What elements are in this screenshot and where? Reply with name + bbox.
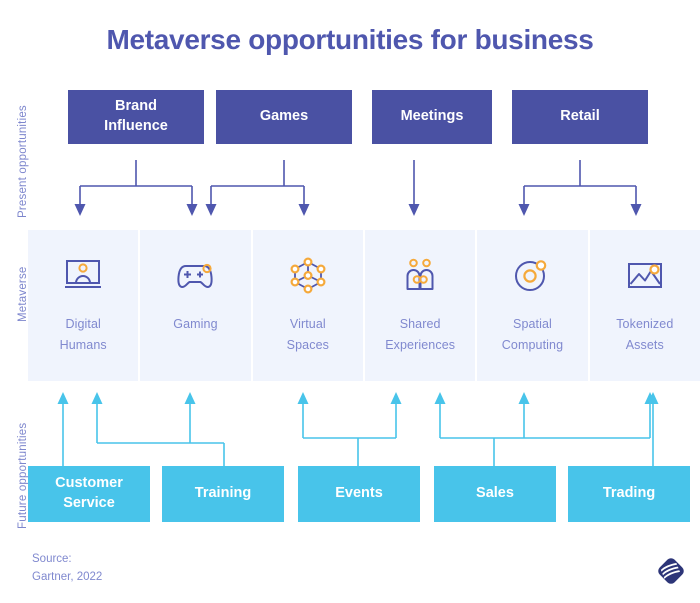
- present-box-brand-influence[interactable]: Brand Influence: [68, 90, 204, 144]
- future-box-events[interactable]: Events: [298, 466, 420, 522]
- metaverse-band: Digital Humans Gaming Virtual Spaces Sha…: [28, 230, 700, 381]
- present-box-label: Games: [259, 108, 309, 125]
- metaverse-cell-digital-humans[interactable]: Digital Humans: [28, 230, 139, 381]
- future-box-training[interactable]: Training: [162, 466, 284, 522]
- future-box-label: Sales: [476, 485, 514, 502]
- gaming-controller-icon: [169, 254, 221, 298]
- metaverse-cell-virtual-spaces[interactable]: Virtual Spaces: [252, 230, 363, 381]
- metaverse-cell-label: Gaming: [173, 317, 218, 331]
- infographic-canvas: Metaverse opportunities for business Pre…: [0, 0, 700, 603]
- present-box-retail[interactable]: Retail: [512, 90, 648, 144]
- metaverse-cell-label: Shared Experiences: [385, 317, 456, 352]
- future-box-label: Customer Service: [55, 475, 123, 511]
- future-box-label: Training: [194, 485, 252, 502]
- spatial-computing-orbit-icon: [506, 254, 558, 298]
- company-logo: [656, 556, 686, 586]
- future-box-trading[interactable]: Trading: [568, 466, 690, 522]
- metaverse-cell-label: Tokenized Assets: [616, 317, 674, 352]
- virtual-spaces-network-icon: [282, 254, 334, 298]
- metaverse-cell-gaming[interactable]: Gaming: [140, 230, 251, 381]
- digital-humans-icon: [57, 254, 109, 298]
- present-box-label: Meetings: [400, 108, 464, 125]
- metaverse-cell-tokenized-assets[interactable]: Tokenized Assets: [589, 230, 700, 381]
- page-title: Metaverse opportunities for business: [106, 24, 594, 55]
- metaverse-cell-spatial-computing[interactable]: Spatial Computing: [477, 230, 588, 381]
- present-box-meetings[interactable]: Meetings: [372, 90, 492, 144]
- metaverse-cell-label: Spatial Computing: [501, 317, 564, 352]
- future-box-label: Events: [335, 485, 383, 502]
- metaverse-cell-label: Digital Humans: [59, 317, 107, 352]
- metaverse-cell-label: Virtual Spaces: [286, 317, 329, 352]
- future-box-label: Trading: [602, 485, 656, 502]
- shared-experiences-people-icon: [394, 254, 446, 298]
- present-box-label: Brand Influence: [104, 98, 168, 134]
- future-box-customer-service[interactable]: Customer Service: [28, 466, 150, 522]
- future-box-sales[interactable]: Sales: [434, 466, 556, 522]
- source-note: Source: Gartner, 2022: [32, 553, 103, 583]
- metaverse-cell-shared-experiences[interactable]: Shared Experiences: [364, 230, 476, 381]
- present-box-label: Retail: [560, 108, 600, 125]
- tokenized-assets-image-icon: [619, 254, 671, 298]
- present-box-games[interactable]: Games: [216, 90, 352, 144]
- row-label-present-opportunities: Present opportunities: [17, 105, 29, 218]
